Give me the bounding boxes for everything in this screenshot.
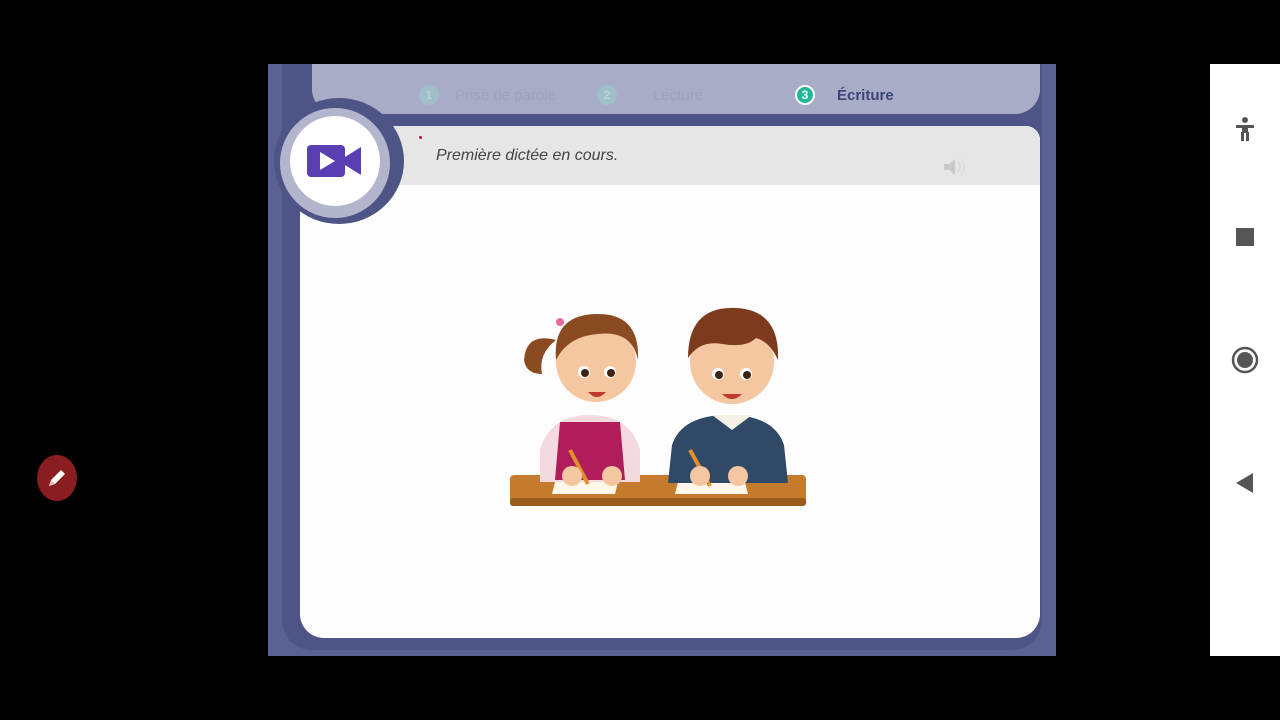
back-button[interactable] (1230, 468, 1260, 498)
triangle-back-icon (1236, 473, 1253, 493)
step-ecriture[interactable]: 3 Écriture (795, 85, 894, 105)
children-writing-illustration (510, 307, 806, 506)
red-dot (419, 136, 422, 139)
video-camera-icon (307, 145, 361, 177)
instruction-bar: Première dictée en cours. (300, 126, 1040, 185)
recents-button[interactable] (1230, 222, 1260, 252)
step-number: 1 (419, 85, 439, 105)
square-stop-icon (1236, 228, 1254, 246)
steps-bar: 1 Prise de parole 2 Lecture 3 Écriture (312, 64, 1040, 114)
floating-pen-button[interactable] (37, 455, 77, 501)
step-number: 3 (795, 85, 815, 105)
step-lecture[interactable]: 2 Lecture (597, 85, 703, 105)
accessibility-button[interactable] (1230, 114, 1260, 144)
instruction-text: Première dictée en cours. (436, 147, 619, 164)
speaker-icon[interactable] (942, 156, 968, 183)
system-nav-bar (1210, 64, 1280, 656)
step-prise-de-parole[interactable]: 1 Prise de parole (419, 85, 556, 105)
accessibility-icon (1236, 117, 1254, 141)
screen: 1 Prise de parole 2 Lecture 3 Écriture P… (0, 0, 1280, 720)
step-label: Prise de parole (455, 86, 556, 104)
pen-icon (49, 470, 65, 486)
step-number: 2 (597, 85, 617, 105)
video-button[interactable] (290, 116, 380, 206)
circle-home-icon (1231, 346, 1259, 374)
step-label: Lecture (653, 86, 704, 104)
home-button[interactable] (1230, 345, 1260, 375)
step-label: Écriture (837, 86, 894, 104)
